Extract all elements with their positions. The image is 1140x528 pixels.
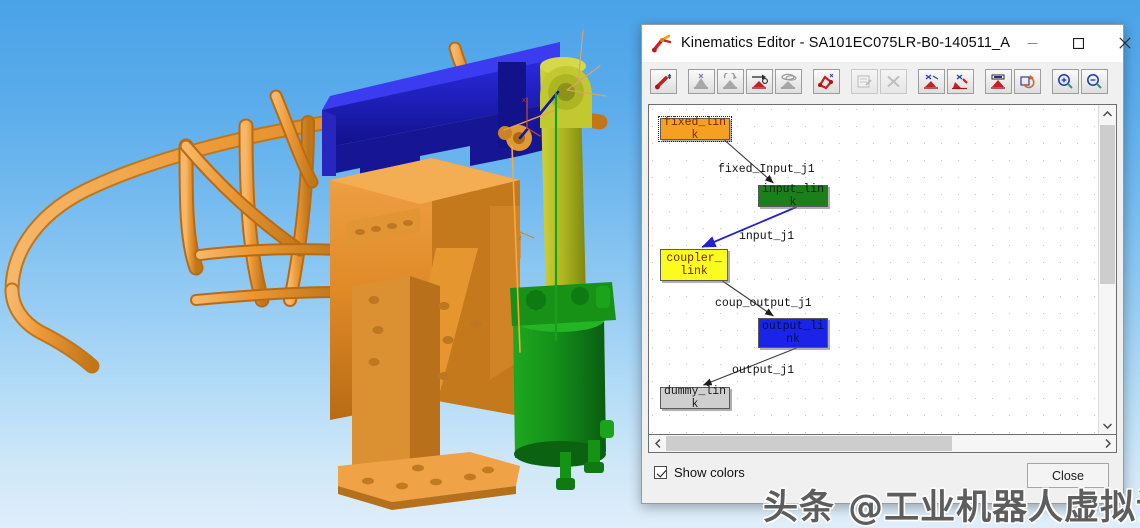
horizontal-scroll-track[interactable] [666, 435, 1099, 452]
graph-edge-label-coup_output_j1: coup_output_j1 [715, 297, 812, 310]
toolbar-group-joints [688, 68, 804, 94]
graph-edge-label-input_j1: input_j1 [739, 230, 795, 243]
vertical-scroll-track[interactable] [1099, 122, 1116, 417]
graph-node-output_link[interactable]: output_link [758, 318, 828, 348]
svg-text:x: x [522, 96, 526, 104]
graph-edge-fixed_Input_j1[interactable] [724, 139, 774, 184]
maximize-button[interactable] [1056, 25, 1102, 61]
window-controls [1010, 25, 1140, 61]
horizontal-scrollbar[interactable] [648, 435, 1117, 453]
create-mechanism-icon[interactable] [813, 68, 840, 94]
show-colors-label: Show colors [674, 465, 745, 480]
edit-kinematics-icon[interactable] [918, 68, 945, 94]
editor-footer: Show colors Close [642, 453, 1123, 503]
screenshot-root: x z Kinematics Editor - SA101EC075LR-B0-… [0, 0, 1140, 528]
graph-area[interactable]: fixed_link input_link coupler_link output_l… [649, 105, 1098, 434]
scroll-right-arrow[interactable] [1099, 435, 1116, 452]
graph-node-label: dummy_link [663, 385, 727, 411]
scroll-down-arrow[interactable] [1099, 417, 1116, 434]
horizontal-scroll-thumb[interactable] [666, 436, 952, 451]
close-window-button[interactable] [1102, 25, 1140, 61]
show-colors-checkbox[interactable]: Show colors [654, 465, 745, 480]
toolbar-group-edit [851, 68, 909, 94]
toolbar-group-base [985, 68, 1043, 94]
kinematics-robot-icon [651, 33, 673, 53]
vertical-scroll-thumb[interactable] [1100, 124, 1115, 285]
toolbar-group-mechanism [813, 68, 842, 94]
kinematics-editor-window[interactable]: Kinematics Editor - SA101EC075LR-B0-1405… [641, 24, 1131, 504]
kinematics-graph-canvas[interactable]: fixed_link input_link coupler_link output_l… [648, 104, 1117, 435]
graph-node-label: coupler_link [666, 252, 722, 278]
graph-node-fixed_link[interactable]: fixed_link [658, 116, 732, 142]
rotate-joint-icon[interactable] [717, 68, 744, 94]
toolbar-group-zoom [1052, 68, 1110, 94]
close-dialog-button[interactable]: Close [1027, 463, 1109, 488]
graph-node-label: fixed_link [663, 116, 727, 142]
graph-node-coupler_link[interactable]: coupler_link [660, 249, 728, 281]
scroll-up-arrow[interactable] [1099, 105, 1116, 122]
window-title: Kinematics Editor - SA101EC075LR-B0-1405… [681, 35, 1010, 51]
create-joint-icon[interactable] [650, 68, 677, 94]
refresh-links-icon[interactable] [1014, 68, 1041, 94]
graph-node-dummy_link[interactable]: dummy_link [660, 385, 730, 411]
toolbar-group-kinematics [918, 68, 976, 94]
delete-icon[interactable] [880, 68, 907, 94]
scroll-left-arrow[interactable] [649, 435, 666, 452]
minimize-button[interactable] [1010, 25, 1056, 61]
graph-node-input_link[interactable]: input_link [758, 183, 828, 209]
properties-icon[interactable] [851, 68, 878, 94]
graph-node-label: output_link [761, 320, 825, 346]
coupled-joint-icon[interactable] [775, 68, 802, 94]
graph-edge-label-fixed_Input_j1: fixed_Input_j1 [718, 163, 815, 176]
vertical-scrollbar[interactable] [1098, 105, 1116, 434]
zoom-out-icon[interactable] [1081, 68, 1108, 94]
svg-text:z: z [518, 234, 522, 242]
graph-node-label: input_link [761, 183, 825, 209]
show-colors-checkbox-box[interactable] [654, 466, 667, 479]
translate-joint-icon[interactable] [746, 68, 773, 94]
attach-base-icon[interactable] [985, 68, 1012, 94]
fixed-link-icon[interactable] [688, 68, 715, 94]
editor-toolbar[interactable] [642, 62, 1123, 100]
window-titlebar[interactable]: Kinematics Editor - SA101EC075LR-B0-1405… [642, 25, 1131, 62]
zoom-in-icon[interactable] [1052, 68, 1079, 94]
toolbar-group-create [650, 68, 679, 94]
graph-edge-label-output_j1: output_j1 [732, 364, 795, 377]
edit-joint-icon[interactable] [947, 68, 974, 94]
